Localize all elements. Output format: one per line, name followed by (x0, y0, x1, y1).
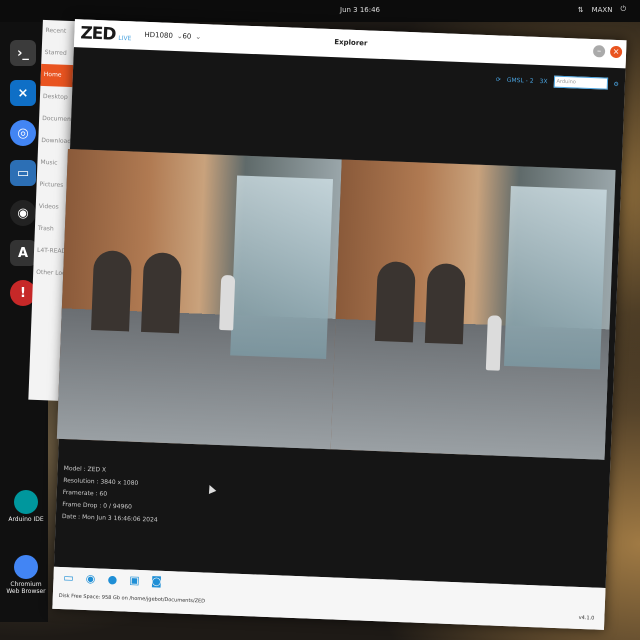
folder-icon[interactable]: ▭ (61, 571, 76, 586)
action-icons: ▭ ◉ ● ▣ ◙ (61, 571, 163, 589)
connection-label[interactable]: GMSL - 2 (507, 76, 534, 84)
clock[interactable]: Jun 3 16:46 (340, 6, 380, 14)
refresh-icon[interactable]: ⟳ (496, 76, 501, 83)
network-icon[interactable]: ⇅ (578, 6, 584, 14)
window-controls: – × (592, 45, 623, 59)
obs-icon[interactable]: ◉ (10, 200, 36, 226)
stream-icon[interactable]: ◉ (83, 572, 98, 587)
version-label: v4.1.0 (578, 614, 595, 622)
terminal-icon[interactable]: ›_ (10, 40, 36, 66)
zed-logo: ZED LIVE (80, 23, 132, 45)
window-title: Explorer (334, 38, 368, 48)
settings-icon[interactable]: ⚙ (613, 80, 619, 87)
system-tray: ⇅ MAXN ⏻ (578, 5, 626, 14)
left-eye-view (56, 148, 342, 450)
svo-icon[interactable]: ▣ (127, 574, 142, 589)
chevron-down-icon: ⌄ (195, 32, 202, 42)
zed-explorer-window: ZED LIVE HD1080 ⌄ 60 ⌄ Explorer – × ⟳ GMSL … (52, 19, 627, 630)
zoom-label[interactable]: 3X (539, 78, 547, 85)
disk-space: Disk Free Space: 958 Gb on /home/jgebot/… (58, 592, 206, 605)
info-date: Date : Mon Jun 3 16:46:06 2024 (61, 513, 158, 524)
camera-snapshot-icon[interactable]: ◙ (149, 574, 164, 589)
top-bar: Jun 3 16:46 ⇅ MAXN ⏻ (0, 0, 640, 22)
toolbar: ⟳ GMSL - 2 3X Arduino ⚙ (496, 73, 620, 90)
video-area: ⟳ GMSL - 2 3X Arduino ⚙ Model: ZED X Re… (53, 47, 626, 588)
power-icon[interactable]: ⏻ (620, 5, 626, 14)
vscode-icon[interactable]: ⨯ (10, 80, 36, 106)
app-window-group: Recent Starred Home Desktop Documents Downloa… (22, 18, 627, 630)
close-icon[interactable]: × (609, 45, 623, 59)
record-icon[interactable]: ● (105, 573, 120, 588)
stereo-video (56, 148, 616, 460)
camera-info: Model : ZED X Resolution : 3840 x 1080 F… (62, 463, 160, 527)
files-icon[interactable]: ▭ (10, 160, 36, 186)
user-badge[interactable]: MAXN (592, 6, 613, 14)
chromium-icon[interactable]: ◎ (10, 120, 36, 146)
search-input[interactable]: Arduino (553, 75, 608, 90)
mouse-cursor (205, 483, 217, 494)
resolution-select[interactable]: HD1080 ⌄ (144, 31, 183, 40)
software-icon[interactable]: A (10, 240, 36, 266)
fps-select[interactable]: 60 ⌄ (182, 32, 201, 41)
minimize-icon[interactable]: – (592, 45, 606, 58)
right-eye-view (330, 159, 616, 460)
